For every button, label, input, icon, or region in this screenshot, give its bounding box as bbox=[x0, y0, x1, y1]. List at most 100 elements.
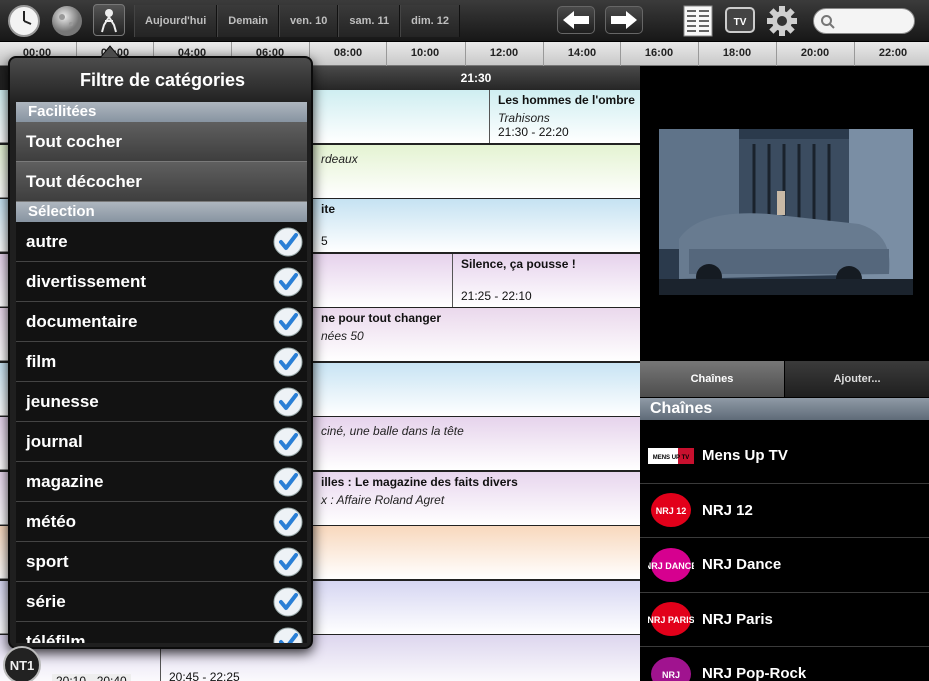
program-subtitle: ciné, une balle dans la tête bbox=[321, 424, 464, 438]
gear-icon[interactable] bbox=[765, 4, 799, 38]
program-cell[interactable] bbox=[312, 580, 640, 634]
program-title: illes : Le magazine des faits divers bbox=[321, 474, 518, 489]
category-row[interactable]: météo bbox=[16, 502, 307, 542]
category-filter-button[interactable] bbox=[93, 4, 125, 36]
program-cell[interactable]: ite 5 bbox=[312, 199, 640, 252]
category-row[interactable]: film bbox=[16, 342, 307, 382]
channel-logo-text: NRJ bbox=[662, 670, 680, 680]
day-tab[interactable]: ven. 10 bbox=[279, 5, 339, 37]
timeline-tick-line bbox=[386, 42, 387, 66]
category-label: film bbox=[26, 352, 57, 371]
timeline-tick-line bbox=[465, 42, 466, 66]
section-header-selection: Sélection bbox=[16, 202, 307, 222]
checkmark-icon[interactable] bbox=[273, 307, 303, 337]
previous-button[interactable] bbox=[557, 6, 595, 34]
search-box[interactable] bbox=[813, 8, 915, 34]
category-row[interactable]: documentaire bbox=[16, 302, 307, 342]
section-header-facilities: Facilitées bbox=[16, 102, 307, 122]
category-row[interactable]: jeunesse bbox=[16, 382, 307, 422]
category-row[interactable]: divertissement bbox=[16, 262, 307, 302]
channel-name: NRJ Dance bbox=[702, 556, 782, 574]
program-cell[interactable] bbox=[312, 362, 640, 416]
search-input[interactable] bbox=[838, 12, 908, 30]
program-list-icon[interactable] bbox=[682, 4, 714, 38]
program-cell[interactable]: ne pour tout changer nées 50 bbox=[312, 308, 640, 361]
tab-channels[interactable]: Chaînes bbox=[640, 361, 784, 397]
check-all-button[interactable]: Tout cocher bbox=[16, 122, 307, 162]
checkmark-icon[interactable] bbox=[273, 627, 303, 643]
category-list[interactable]: Facilitées Tout cocher Tout décocher Sél… bbox=[16, 102, 307, 643]
checkmark-icon[interactable] bbox=[273, 227, 303, 257]
timeline-tick-line bbox=[543, 42, 544, 66]
channel-logo-image: NRJ 12 bbox=[651, 493, 691, 528]
checkmark-icon[interactable] bbox=[273, 467, 303, 497]
next-button[interactable] bbox=[605, 6, 643, 34]
channel-row[interactable]: MENS UP TV Mens Up TV bbox=[640, 429, 929, 484]
program-cell[interactable]: Silence, ça pousse ! 21:25 - 22:10 bbox=[452, 253, 640, 307]
program-cell[interactable]: Les hommes de l'ombre Trahisons 21:30 - 22… bbox=[489, 90, 640, 143]
channel-logo-text: NRJ PARIS bbox=[648, 615, 694, 625]
day-tab[interactable]: Aujourd'hui bbox=[134, 5, 218, 37]
program-cell[interactable]: rdeaux bbox=[312, 144, 640, 198]
day-tab[interactable]: sam. 11 bbox=[338, 5, 401, 37]
channel-row[interactable]: NRJ DANCE NRJ Dance bbox=[640, 538, 929, 593]
day-tab[interactable]: dim. 12 bbox=[400, 5, 461, 37]
channel-logo-icon: NRJ bbox=[648, 654, 694, 681]
program-title: ite bbox=[321, 202, 336, 216]
checkmark-icon[interactable] bbox=[273, 347, 303, 377]
category-label: jeunesse bbox=[26, 392, 99, 411]
clock-icon[interactable] bbox=[7, 4, 41, 38]
checkmark-icon[interactable] bbox=[273, 507, 303, 537]
category-label: sport bbox=[26, 552, 69, 571]
program-cell[interactable]: ciné, une balle dans la tête bbox=[312, 417, 640, 470]
day-tab[interactable]: Demain bbox=[217, 5, 280, 37]
day-tabs: Aujourd'hui Demain ven. 10 sam. 11 dim. 12 bbox=[134, 5, 461, 37]
category-row[interactable]: magazine bbox=[16, 462, 307, 502]
program-hours: 5 bbox=[321, 234, 328, 248]
category-label: autre bbox=[26, 232, 68, 251]
filter-icon bbox=[101, 9, 117, 33]
category-rows: autre divertissement documentaire film jeune… bbox=[16, 222, 307, 643]
timeline-tick-line bbox=[854, 42, 855, 66]
category-row[interactable]: journal bbox=[16, 422, 307, 462]
program-title: ne pour tout changer bbox=[321, 311, 441, 325]
program-cell[interactable] bbox=[312, 526, 640, 579]
checkmark-icon[interactable] bbox=[273, 587, 303, 617]
program-cell[interactable]: illes : Le magazine des faits divers x : … bbox=[312, 471, 640, 525]
program-cell[interactable] bbox=[312, 90, 489, 143]
tab-add[interactable]: Ajouter... bbox=[784, 361, 929, 397]
tv-icon[interactable]: TV bbox=[724, 4, 756, 38]
channel-row[interactable]: NRJ PARIS NRJ Paris bbox=[640, 592, 929, 647]
channels-section-header: Chaînes bbox=[640, 398, 929, 420]
timeline-tick-line bbox=[776, 42, 777, 66]
timeline-tick-label: 16:00 bbox=[644, 47, 674, 59]
checkmark-icon[interactable] bbox=[273, 427, 303, 457]
checkmark-icon[interactable] bbox=[273, 267, 303, 297]
channel-logo-text: NRJ 12 bbox=[656, 506, 687, 516]
video-preview[interactable] bbox=[659, 129, 913, 295]
category-row[interactable]: téléfilm bbox=[16, 622, 307, 643]
category-label: journal bbox=[26, 432, 83, 451]
channel-logo-image: NRJ PARIS bbox=[648, 602, 694, 637]
program-title: Les hommes de l'ombre bbox=[498, 93, 635, 107]
program-hours: 20:45 - 22:25 bbox=[169, 670, 240, 681]
channel-logo-image: NRJ bbox=[651, 656, 691, 681]
checkmark-icon[interactable] bbox=[273, 387, 303, 417]
channel-name: Mens Up TV bbox=[702, 447, 788, 465]
channel-row[interactable]: NRJ NRJ Pop-Rock bbox=[640, 647, 929, 681]
timeline-tick-label: 10:00 bbox=[410, 47, 440, 59]
channel-logo-icon: NRJ 12 bbox=[648, 490, 694, 530]
uncheck-all-button[interactable]: Tout décocher bbox=[16, 162, 307, 202]
checkmark-icon[interactable] bbox=[273, 547, 303, 577]
category-label: série bbox=[26, 592, 66, 611]
category-row[interactable]: sport bbox=[16, 542, 307, 582]
timeline-tick-label: 14:00 bbox=[567, 47, 597, 59]
channel-row[interactable]: NRJ 12 NRJ 12 bbox=[640, 483, 929, 538]
moon-icon[interactable] bbox=[50, 4, 84, 38]
program-cell[interactable] bbox=[312, 253, 452, 307]
program-subtitle: nées 50 bbox=[321, 329, 364, 343]
arrow-right-icon bbox=[611, 11, 637, 29]
timeline-tick-label: 20:00 bbox=[800, 47, 830, 59]
category-row[interactable]: autre bbox=[16, 222, 307, 262]
category-row[interactable]: série bbox=[16, 582, 307, 622]
